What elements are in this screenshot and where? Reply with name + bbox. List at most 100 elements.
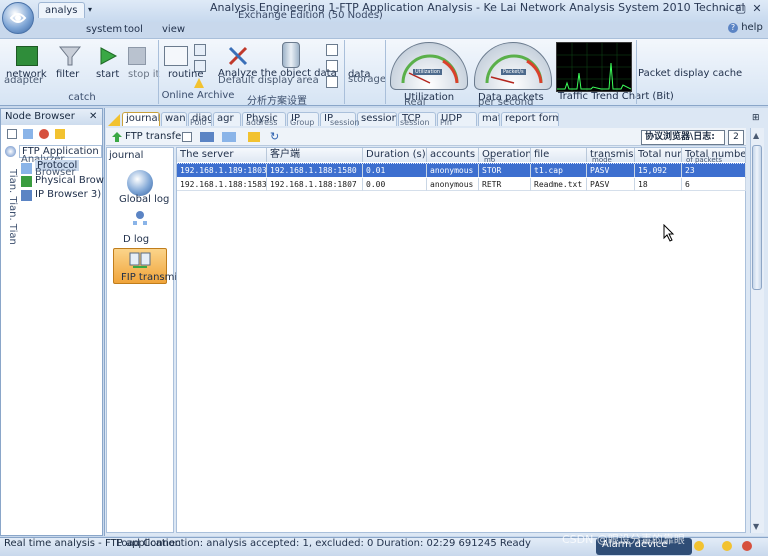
close-button[interactable]: ✕ (750, 3, 764, 16)
nb-tool-icon-1[interactable] (7, 129, 17, 139)
tab-wan[interactable]: wan (161, 112, 187, 126)
alarm-yellow-icon (694, 541, 704, 551)
tab-subtext-group: Group (290, 118, 315, 127)
start-icon (98, 46, 118, 66)
menu-tab-tool[interactable]: tool (124, 24, 143, 35)
status-middle-text: Load Connection: analysis accepted: 1, e… (116, 538, 531, 549)
edit-icon[interactable] (326, 44, 338, 56)
minimize-button[interactable]: – (718, 3, 732, 16)
nb-tool-icon-4[interactable] (55, 129, 65, 139)
node-browser-panel: Node Browser ✕ FTP Application Analyzer … (0, 108, 137, 536)
app-orb-button[interactable] (2, 2, 34, 34)
cell-packets[interactable]: 6 (682, 178, 746, 191)
ribbon-separator-2 (344, 40, 345, 104)
packet-cache-button[interactable]: Packet display cache (638, 68, 742, 79)
vertical-scrollbar-thumb[interactable] (752, 145, 762, 290)
help-icon: ? (728, 23, 738, 33)
online-archive-label: Online Archive (161, 90, 235, 101)
toolbar-settings-icon[interactable] (248, 132, 260, 142)
stop-button[interactable]: stop it (128, 69, 159, 80)
log-count-field[interactable]: 2 (728, 130, 744, 145)
menu-tab-system[interactable]: system (86, 24, 122, 35)
cell-account[interactable]: anonymous (427, 178, 479, 191)
maximize-button[interactable]: ▢ (734, 3, 748, 16)
archive-small-icon[interactable] (194, 44, 206, 56)
tab-subtext-polo: Polo (190, 118, 207, 127)
refresh-icon[interactable]: ↻ (270, 130, 279, 143)
tab-pin-icon[interactable]: ⊞ (752, 113, 760, 123)
help-label: help (741, 22, 763, 33)
storage-label: storage (348, 74, 386, 85)
alarm-yellow-icon-2 (722, 541, 732, 551)
cell-operation: STOR (479, 164, 531, 177)
tab-report-form[interactable]: report form (501, 112, 559, 126)
tab-mat[interactable]: mat (478, 112, 500, 126)
app-logo-icon (9, 13, 27, 23)
network-adapter-icon (16, 46, 38, 66)
ip-browser-icon (21, 190, 32, 201)
utilization-gauge: Utilization (390, 42, 468, 90)
data-storage-icon (282, 42, 300, 68)
menu-tab-analysis[interactable]: analys (38, 2, 85, 18)
cell-client[interactable]: 192.168.1.188:1807 (267, 178, 363, 191)
start-button[interactable]: start (96, 69, 119, 80)
ribbon-separator-3 (385, 40, 386, 104)
cell-duration: 0.01 (363, 164, 427, 177)
cell-total: 15,092 (635, 164, 682, 177)
tab-subtext-pin: Pin (440, 118, 452, 127)
analyze-tools-icon (226, 44, 250, 68)
toolbar-print-icon[interactable] (182, 132, 192, 142)
column-header-duration[interactable]: Duration (s) (363, 148, 427, 162)
help-button[interactable]: ? help (728, 22, 763, 33)
node-browser-title: Node Browser (5, 111, 75, 122)
trend-chart-label: Traffic Trend Chart (Bit) (558, 91, 674, 102)
node-browser-close-icon[interactable]: ✕ (89, 111, 97, 122)
gauge2-text: Packet/s (501, 69, 526, 75)
scroll-up-icon[interactable]: ▲ (753, 131, 759, 140)
ftp-transfer-button[interactable]: FTP transfer (125, 131, 185, 142)
stop-icon (128, 47, 146, 65)
cell-account: anonymous (427, 164, 479, 177)
routine-button[interactable]: routine (168, 69, 204, 80)
ftp-session-table (176, 147, 746, 533)
ribbon-separator-4 (636, 40, 637, 104)
quick-access-dropdown-icon[interactable]: ▾ (88, 4, 96, 17)
toolbar-filter-icon[interactable] (200, 132, 214, 142)
cell-server[interactable]: 192.168.1.188:1583 (177, 178, 267, 191)
journal-item-global-log[interactable]: Global log (119, 194, 169, 205)
column-header-total-number[interactable]: Total number (635, 148, 682, 162)
column-header-file[interactable]: file (531, 148, 587, 162)
cell-total[interactable]: 18 (635, 178, 682, 191)
per-second-label: per second (478, 97, 534, 108)
gauge1-text: Utilization (413, 69, 443, 75)
cell-file[interactable]: Readme.txt (531, 178, 587, 191)
cell-file: t1.cap (531, 164, 587, 177)
tab-session[interactable]: session (357, 112, 397, 126)
nb-tool-icon-3[interactable] (39, 129, 49, 139)
nb-tool-icon-2[interactable] (23, 129, 33, 139)
adapter-label: adapter (4, 75, 44, 86)
cell-operation[interactable]: RETR (479, 178, 531, 191)
journal-item-d-log[interactable]: D log (123, 234, 149, 245)
cell-client: 192.168.1.188:1580 (267, 164, 363, 177)
tree-item-ip-browser[interactable]: IP Browser 3) (35, 189, 101, 200)
column-header-client[interactable]: 客户端 (267, 148, 363, 162)
tab-journal[interactable]: journal (122, 112, 160, 126)
cell-mode[interactable]: PASV (587, 178, 635, 191)
protocol-icon (21, 163, 32, 174)
node-browser-header: Node Browser ✕ (1, 109, 102, 125)
cell-server: 192.168.1.189:1803 (177, 164, 267, 177)
cell-mode: PASV (587, 164, 635, 177)
scroll-down-icon[interactable]: ▼ (753, 522, 759, 531)
column-header-server[interactable]: The server (177, 148, 267, 162)
d-log-icon (131, 210, 149, 226)
column-header-accounts[interactable]: accounts (427, 148, 479, 162)
filter-icon (58, 44, 82, 68)
vertical-node-label: Tian. Tian. Tian (7, 169, 18, 245)
toolbar-export-icon[interactable] (222, 132, 236, 142)
ribbon-separator (158, 40, 159, 104)
cell-duration[interactable]: 0.00 (363, 178, 427, 191)
tab-agr[interactable]: agr (213, 112, 241, 126)
filter-button[interactable]: filter (56, 69, 79, 80)
menu-tab-view[interactable]: view (162, 24, 185, 35)
